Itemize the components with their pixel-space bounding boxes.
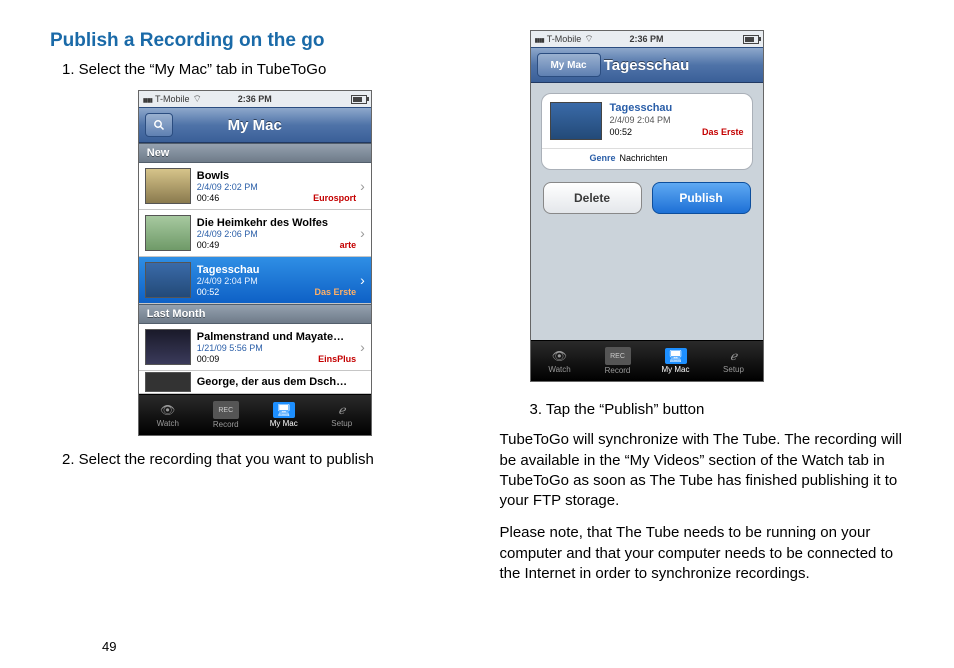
screenshot-my-mac-list: T-Mobile 2:36 PM My Mac New Bow <box>138 90 372 436</box>
chevron-right-icon: › <box>360 225 365 241</box>
monitor-icon: 🖥 <box>665 348 687 364</box>
chevron-right-icon: › <box>360 178 365 194</box>
genre-value: Nachrichten <box>620 153 668 163</box>
step-2: 2. Select the recording that you want to… <box>62 450 460 470</box>
item-title: Bowls <box>197 170 356 182</box>
thumbnail <box>145 329 191 365</box>
card-date: 2/4/09 2:04 PM <box>610 115 744 125</box>
list-item-selected[interactable]: Tagesschau 2/4/09 2:04 PM 00:52 Das Erste… <box>139 257 371 304</box>
tab-my-mac[interactable]: 🖥My Mac <box>647 341 705 381</box>
status-time: 2:36 PM <box>629 34 663 44</box>
battery-icon <box>743 35 759 44</box>
tab-bar: 👁Watch RECRecord 🖥My Mac ℯSetup <box>531 340 763 381</box>
nav-title: My Mac <box>228 117 282 134</box>
search-icon <box>153 119 165 131</box>
thumbnail <box>145 215 191 251</box>
tab-record[interactable]: RECRecord <box>197 395 255 435</box>
delete-button[interactable]: Delete <box>543 182 642 214</box>
publish-button[interactable]: Publish <box>652 182 751 214</box>
list-item[interactable]: Palmenstrand und Mayate… 1/21/09 5:56 PM… <box>139 324 371 371</box>
rec-icon: REC <box>605 347 631 365</box>
section-heading: Publish a Recording on the go <box>50 30 460 52</box>
thumbnail <box>145 262 191 298</box>
page-number: 49 <box>102 639 116 654</box>
battery-icon <box>351 95 367 104</box>
tab-record[interactable]: RECRecord <box>589 341 647 381</box>
recording-card: Tagesschau 2/4/09 2:04 PM 00:52 Das Erste… <box>541 93 753 170</box>
section-header-last-month: Last Month <box>139 304 371 324</box>
item-channel: Das Erste <box>315 287 357 297</box>
status-time: 2:36 PM <box>238 94 272 104</box>
carrier-label: T-Mobile <box>547 34 582 44</box>
wifi-icon <box>584 33 593 46</box>
screenshot-detail: T-Mobile 2:36 PM My Mac Tagesschau <box>530 30 764 382</box>
step-1: 1. Select the “My Mac” tab in TubeToGo <box>62 60 460 80</box>
chevron-right-icon: › <box>360 272 365 288</box>
document-page: Publish a Recording on the go 1. Select … <box>0 0 954 668</box>
card-title: Tagesschau <box>610 102 744 114</box>
carrier-label: T-Mobile <box>155 94 190 104</box>
card-channel: Das Erste <box>702 127 744 137</box>
nav-bar: My Mac Tagesschau <box>531 47 763 83</box>
item-title: George, der aus dem Dsch… <box>197 376 365 388</box>
rec-icon: REC <box>213 401 239 419</box>
item-duration: 00:09 <box>197 354 220 364</box>
nav-bar: My Mac <box>139 107 371 143</box>
status-bar: T-Mobile 2:36 PM <box>139 91 371 107</box>
tab-bar: 👁Watch RECRecord 🖥My Mac ℯSetup <box>139 394 371 435</box>
item-title: Tagesschau <box>197 264 356 276</box>
section-header-new: New <box>139 143 371 163</box>
item-date: 1/21/09 5:56 PM <box>197 343 356 353</box>
left-column: Publish a Recording on the go 1. Select … <box>50 30 460 596</box>
item-date: 2/4/09 2:06 PM <box>197 229 356 239</box>
thumbnail <box>145 168 191 204</box>
item-date: 2/4/09 2:02 PM <box>197 182 356 192</box>
tab-setup[interactable]: ℯSetup <box>705 341 763 381</box>
chevron-right-icon: › <box>360 339 365 355</box>
nav-title: Tagesschau <box>604 57 690 74</box>
setup-icon: ℯ <box>331 402 353 418</box>
right-column: T-Mobile 2:36 PM My Mac Tagesschau <box>500 30 910 596</box>
tab-watch[interactable]: 👁Watch <box>531 341 589 381</box>
item-channel: EinsPlus <box>318 354 356 364</box>
list-item[interactable]: Bowls 2/4/09 2:02 PM 00:46 Eurosport › <box>139 163 371 210</box>
tab-my-mac[interactable]: 🖥My Mac <box>255 395 313 435</box>
item-title: Palmenstrand und Mayate… <box>197 331 356 343</box>
paragraph-1: TubeToGo will synchronize with The Tube.… <box>500 430 910 511</box>
wifi-icon <box>192 93 201 106</box>
monitor-icon: 🖥 <box>273 402 295 418</box>
genre-label: Genre <box>590 153 616 163</box>
status-bar: T-Mobile 2:36 PM <box>531 31 763 47</box>
item-title: Die Heimkehr des Wolfes <box>197 217 356 229</box>
item-duration: 00:49 <box>197 240 220 250</box>
step-3: 3. Tap the “Publish” button <box>530 400 910 420</box>
tab-watch[interactable]: 👁Watch <box>139 395 197 435</box>
item-channel: arte <box>340 240 357 250</box>
card-duration: 00:52 <box>610 127 633 137</box>
genre-row: Genre Nachrichten <box>550 153 744 163</box>
tab-setup[interactable]: ℯSetup <box>313 395 371 435</box>
list-item[interactable]: George, der aus dem Dsch… <box>139 371 371 394</box>
eye-icon: 👁 <box>157 402 179 418</box>
item-channel: Eurosport <box>313 193 356 203</box>
item-date: 2/4/09 2:04 PM <box>197 276 356 286</box>
item-duration: 00:52 <box>197 287 220 297</box>
thumbnail <box>550 102 602 140</box>
list-item[interactable]: Die Heimkehr des Wolfes 2/4/09 2:06 PM 0… <box>139 210 371 257</box>
signal-icon <box>143 94 152 104</box>
item-duration: 00:46 <box>197 193 220 203</box>
signal-icon <box>535 34 544 44</box>
eye-icon: 👁 <box>549 348 571 364</box>
setup-icon: ℯ <box>723 348 745 364</box>
paragraph-2: Please note, that The Tube needs to be r… <box>500 523 910 584</box>
back-button[interactable]: My Mac <box>537 53 601 77</box>
thumbnail <box>145 372 191 392</box>
search-button[interactable] <box>145 113 173 137</box>
